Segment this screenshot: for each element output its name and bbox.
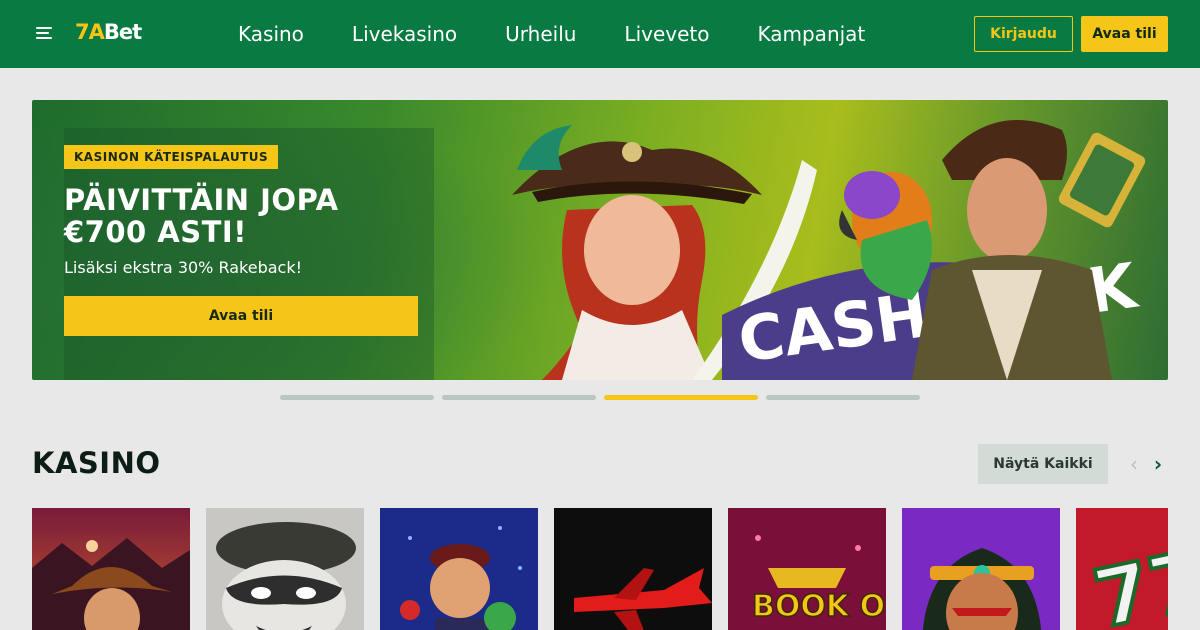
promo-subtitle: Lisäksi ekstra 30% Rakeback! [64,258,303,277]
game-tile[interactable]: BOOK OF [728,508,886,630]
nav-liveveto[interactable]: Liveveto [624,22,709,46]
promo-cta-button[interactable]: Avaa tili [64,296,418,336]
section-title: KASINO [32,446,161,480]
game-tile[interactable]: 77 [1076,508,1168,630]
menu-icon[interactable] [36,27,52,41]
site-header: 7ABet Kasino Livekasino Urheilu Liveveto… [0,0,1200,68]
promo-banner[interactable]: CASH BACK KASINON KÄTEISPALAUTUS PÄIVITT… [32,100,1168,380]
aztec-warrior-icon [902,508,1060,630]
nav-urheilu[interactable]: Urheilu [505,22,576,46]
carousel-indicators [280,395,928,400]
logo-text: Bet [103,20,142,44]
red-airplane-icon [554,508,712,630]
carousel-dot-3[interactable] [604,395,758,400]
carousel-dot-4[interactable] [766,395,920,400]
nav-kasino[interactable]: Kasino [238,22,304,46]
promo-title: PÄIVITTÄIN JOPA €700 ASTI! [64,183,339,249]
nav-livekasino[interactable]: Livekasino [352,22,457,46]
book-of-title: BOOK OF [752,589,886,624]
main-nav: Kasino Livekasino Urheilu Liveveto Kampa… [238,0,913,68]
open-account-button[interactable]: Avaa tili [1081,16,1168,52]
promo-tag: KASINON KÄTEISPALAUTUS [64,145,279,169]
game-tile[interactable] [554,508,712,630]
game-tile[interactable] [32,508,190,630]
raccoon-bandit-icon [206,508,364,630]
game-tile[interactable] [902,508,1060,630]
lucky-sevens-icon: 77 [1076,508,1168,630]
cowboy-explorer-icon [32,508,190,630]
carousel-dot-2[interactable] [442,395,596,400]
game-carousel: BOOK OF 77 [32,508,1168,630]
book-of-logo-icon: BOOK OF [728,508,886,630]
banner-artwork: CASH BACK [512,120,1146,380]
chevron-left-icon[interactable]: ‹ [1124,452,1144,476]
nav-kampanjat[interactable]: Kampanjat [757,22,865,46]
game-tile[interactable] [380,508,538,630]
show-all-button[interactable]: Näytä Kaikki [978,444,1108,484]
game-tile[interactable] [206,508,364,630]
site-logo[interactable]: 7ABet [75,20,142,48]
chevron-right-icon[interactable]: › [1148,452,1168,476]
mobster-character-icon [380,508,538,630]
login-button[interactable]: Kirjaudu [974,16,1073,52]
carousel-dot-1[interactable] [280,395,434,400]
logo-number: 7A [75,20,105,44]
